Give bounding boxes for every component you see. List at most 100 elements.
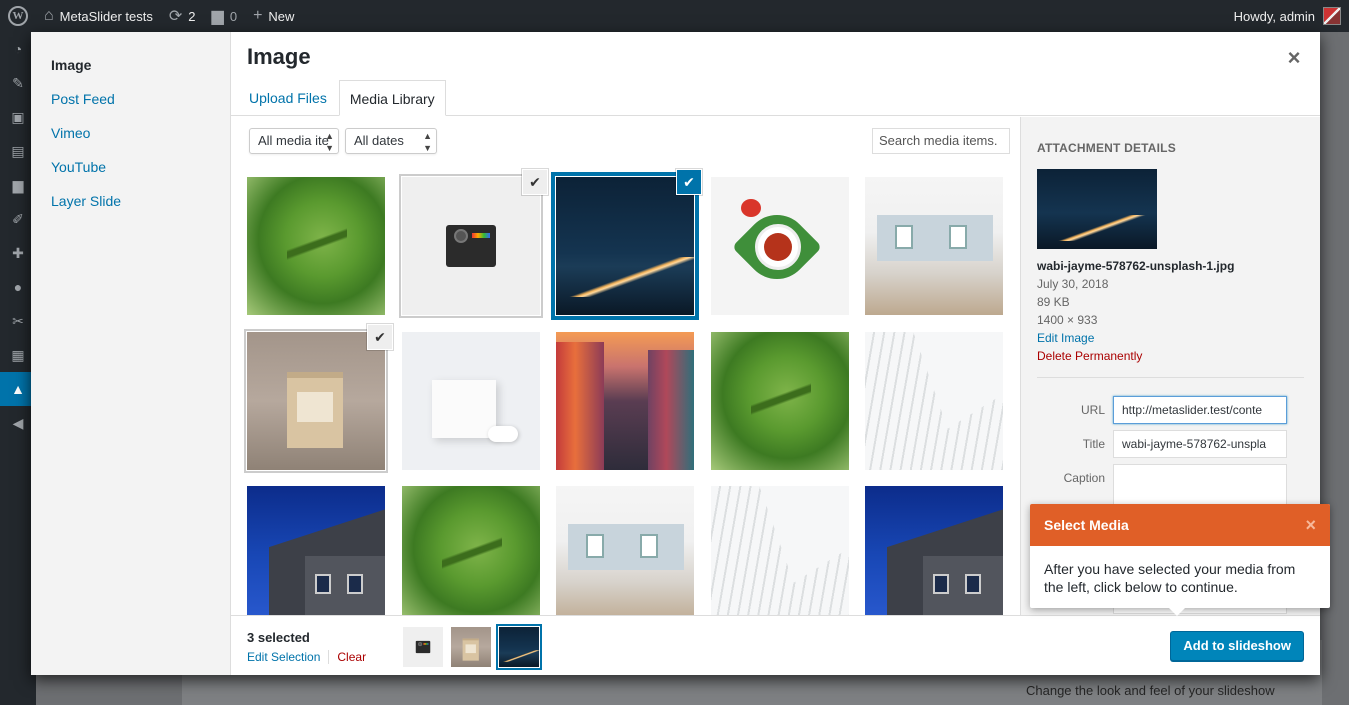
delete-permanently-link[interactable]: Delete Permanently [1037,347,1304,365]
attachment-item[interactable]: ✔ [402,170,547,315]
plus-icon: + [253,7,263,24]
architecture-thumbnail [711,486,849,615]
clear-selection-link[interactable]: Clear [329,650,366,664]
modal-title: Image [247,44,311,69]
comments-link[interactable]: ▆ 0 [204,0,246,32]
tab-media-library[interactable]: Media Library [338,80,446,116]
leaf-thumbnail [711,332,849,470]
divider [1037,377,1304,378]
attachment-item[interactable] [865,486,1003,615]
canal-thumbnail [556,332,694,470]
attachment-item[interactable]: ✔ [247,325,392,470]
date-filter-value: All dates [354,133,404,148]
tab-upload-files[interactable]: Upload Files [239,81,337,115]
architecture-thumbnail [865,332,1003,470]
comment-icon: ▆ [211,8,224,25]
media-router: Upload Files Media Library [231,80,1320,116]
title-input[interactable]: wabi-jayme-578762-unspla [1113,430,1287,458]
title-label: Title [1082,437,1105,451]
admin-bar: W ⌂ MetaSlider tests ⟳ 2 ▆ 0 + New Howdy, ad… [0,0,1349,32]
selected-thumb-camera[interactable] [403,627,443,667]
attachment-item[interactable] [711,332,849,470]
leaf-thumbnail [247,177,385,315]
building-thumbnail [247,486,385,615]
edit-image-link[interactable]: Edit Image [1037,329,1304,347]
leaf-thumbnail [402,486,540,615]
selection-count: 3 selected [247,630,310,645]
tooltip-header: Select Media × [1030,504,1330,546]
edit-selection-link[interactable]: Edit Selection [247,650,330,664]
select-arrows-icon: ▲ ▼ [423,131,432,153]
attachment-details-heading: ATTACHMENT DETAILS [1037,141,1176,155]
new-content-link[interactable]: + New [245,0,302,32]
updates-link[interactable]: ⟳ 2 [161,0,204,32]
attachments-browser: All media ite ▲ ▼ All dates ▲ ▼ Search med… [231,117,1020,615]
add-to-slideshow-button[interactable]: Add to slideshow [1170,631,1304,661]
camera-thumbnail [402,177,540,315]
tooltip-body: After you have selected your media from … [1044,561,1296,595]
tooltip-title: Select Media [1044,517,1129,533]
background-hint-text: Change the look and feel of your slidesh… [1014,676,1314,705]
attachment-filename: wabi-jayme-578762-unsplash-1.jpg [1037,259,1235,273]
comments-count: 0 [229,8,238,24]
attachment-date: July 30, 2018 [1037,277,1109,291]
search-input[interactable]: Search media items. [872,128,1010,154]
city-night-thumbnail [556,177,694,315]
attachment-item[interactable] [247,486,385,615]
attachment-item[interactable] [247,177,385,315]
attachment-item[interactable] [711,486,849,615]
updates-icon: ⟳ [168,8,183,25]
attachment-item[interactable]: ✔ [556,170,701,315]
account-greeting[interactable]: Howdy, admin [1234,9,1315,24]
menu-item-post-feed[interactable]: Post Feed [31,82,230,116]
media-type-filter-value: All media ite [258,133,329,148]
menu-item-youtube[interactable]: YouTube [31,150,230,184]
selection-links: Edit Selection Clear [247,650,366,664]
avatar[interactable] [1323,7,1341,25]
tea-thumbnail [711,177,849,315]
site-name-link[interactable]: ⌂ MetaSlider tests [36,0,161,32]
attachment-item[interactable] [556,486,694,615]
attachment-filesize: 89 KB [1037,295,1070,309]
house-thumbnail [556,486,694,615]
checkmark-icon[interactable]: ✔ [523,170,547,194]
close-icon[interactable]: × [1305,504,1316,546]
close-icon[interactable]: × [1282,46,1306,70]
menu-item-layer-slide[interactable]: Layer Slide [31,184,230,218]
attachment-preview [1037,169,1157,249]
media-type-filter[interactable]: All media ite ▲ ▼ [249,128,339,154]
wp-logo-menu[interactable]: W [0,0,36,32]
new-label: New [268,8,295,24]
menu-item-vimeo[interactable]: Vimeo [31,116,230,150]
checkmark-icon[interactable]: ✔ [677,170,701,194]
url-field-row: URL http://metaslider.test/conte [1037,396,1304,424]
building-thumbnail [865,486,1003,615]
date-filter[interactable]: All dates ▲ ▼ [345,128,437,154]
menu-item-image[interactable]: Image [31,48,230,82]
selected-thumb-coffee[interactable] [451,627,491,667]
updates-count: 2 [188,8,196,24]
attachment-item[interactable] [711,177,849,315]
console-thumbnail [402,332,540,470]
caption-label: Caption [1063,471,1105,485]
selected-thumb-city[interactable] [499,627,539,667]
attachment-item[interactable] [556,332,694,470]
site-name: MetaSlider tests [59,8,153,24]
media-frame-toolbar: 3 selected Edit Selection Clear Add to sl… [231,615,1320,675]
attachment-dimensions: 1400 × 933 [1037,313,1098,327]
url-input[interactable]: http://metaslider.test/conte [1113,396,1287,424]
camera-thumbnail [403,627,443,667]
select-media-tooltip: Select Media × After you have selected y… [1030,504,1330,616]
media-frame-menu: Image Post Feed Vimeo YouTube Layer Slid… [31,32,231,675]
url-label: URL [1080,403,1105,417]
checkmark-icon[interactable]: ✔ [368,325,392,349]
coffee-bag-thumbnail [451,627,491,667]
attachment-item[interactable] [865,332,1003,470]
attachment-item[interactable] [865,177,1003,315]
city-night-thumbnail [499,627,539,667]
wordpress-logo-icon: W [8,6,28,26]
attachment-item[interactable] [402,332,540,470]
coffee-bag-thumbnail [247,332,385,470]
media-toolbar: All media ite ▲ ▼ All dates ▲ ▼ Search med… [247,127,1010,155]
attachment-item[interactable] [402,486,540,615]
